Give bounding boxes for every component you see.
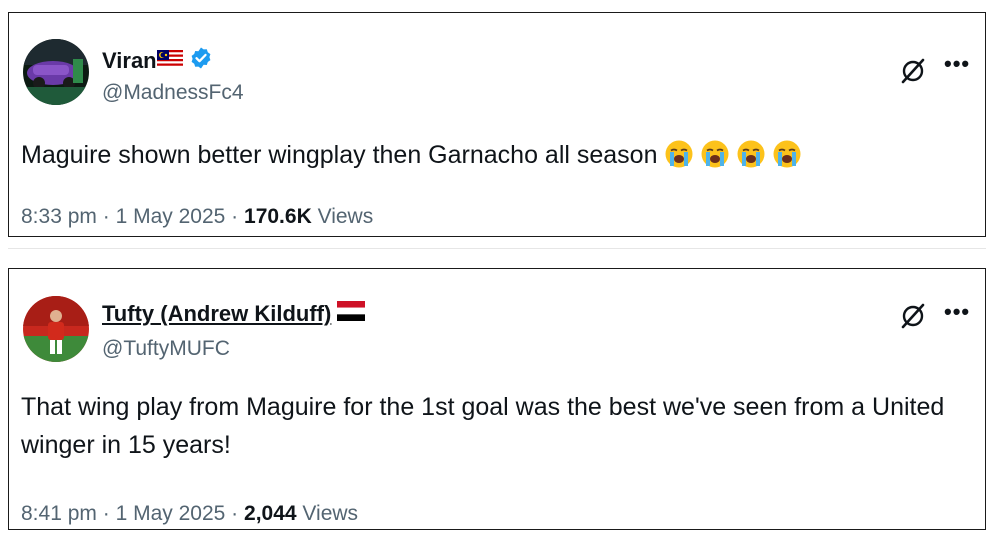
yemen-flag-icon	[337, 301, 366, 327]
author-name-row[interactable]: Tufty (Andrew Kilduff)	[102, 301, 366, 327]
meta-separator: ·	[102, 205, 110, 228]
avatar[interactable]	[23, 39, 89, 105]
views-count: 2,044	[244, 502, 297, 525]
tweet-card[interactable]: Tufty (Andrew Kilduff) @TuftyMUFC ••• Th…	[8, 268, 986, 530]
tweet-date[interactable]: 1 May 2025	[116, 205, 226, 228]
avatar[interactable]	[23, 296, 89, 362]
meta-separator: ·	[231, 502, 239, 525]
verified-badge-icon	[189, 46, 213, 76]
views-count: 170.6K	[244, 205, 312, 228]
views-label: Views	[302, 502, 359, 525]
avatar-image	[23, 39, 89, 105]
loudly-crying-face-icon	[773, 140, 800, 168]
display-name[interactable]: Viran	[102, 48, 157, 74]
author-handle[interactable]: @MadnessFc4	[102, 81, 244, 105]
tweet-text-content: Maguire shown better wingplay then Garna…	[21, 141, 658, 169]
more-options-icon[interactable]: •••	[944, 301, 970, 323]
tweet-meta: 8:41 pm · 1 May 2025 · 2,044 Views	[21, 502, 358, 526]
tweet-time[interactable]: 8:33 pm	[21, 205, 97, 228]
meta-separator: ·	[102, 502, 110, 525]
emoji-group	[658, 140, 802, 169]
author-handle[interactable]: @TuftyMUFC	[102, 337, 230, 361]
loudly-crying-face-icon	[737, 140, 764, 168]
tweet-meta: 8:33 pm · 1 May 2025 · 170.6K Views	[21, 205, 373, 229]
tweet-time[interactable]: 8:41 pm	[21, 502, 97, 525]
loudly-crying-face-icon	[701, 140, 728, 168]
malaysia-flag-icon	[156, 48, 183, 74]
avatar-image	[23, 296, 89, 362]
tweet-date[interactable]: 1 May 2025	[116, 502, 226, 525]
tweet-text: That wing play from Maguire for the 1st …	[21, 393, 945, 459]
divider	[8, 248, 986, 249]
display-name[interactable]: Tufty (Andrew Kilduff)	[102, 301, 331, 327]
loudly-crying-face-icon	[665, 140, 692, 168]
views-label: Views	[317, 205, 374, 228]
tweet-card[interactable]: Viran @MadnessFc4 ••• Maguire shown bett…	[8, 12, 986, 237]
tweet-text: Maguire shown better wingplay then Garna…	[21, 136, 955, 174]
meta-separator: ·	[231, 205, 239, 228]
author-name-row[interactable]: Viran	[102, 46, 213, 76]
more-options-icon[interactable]: •••	[944, 53, 970, 75]
grok-icon[interactable]	[899, 302, 927, 330]
grok-icon[interactable]	[899, 57, 927, 85]
